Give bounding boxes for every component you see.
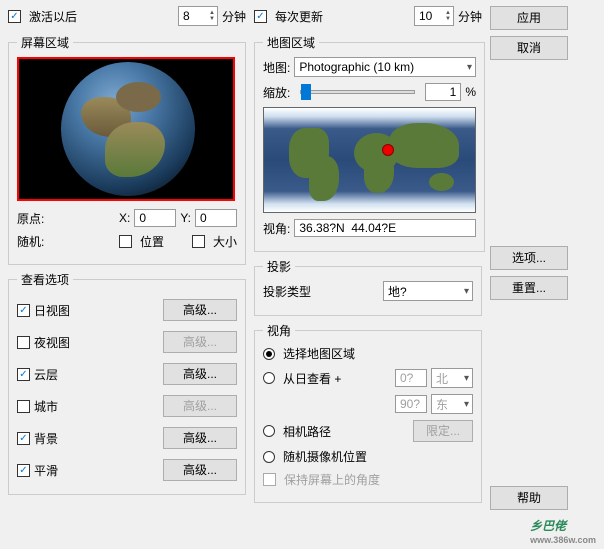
view-opt-label-4: 背景 bbox=[34, 430, 58, 447]
view-opt-checkbox-1[interactable] bbox=[17, 336, 30, 349]
origin-x-input[interactable] bbox=[134, 209, 176, 227]
random-label: 随机: bbox=[17, 233, 44, 250]
from-day-label: 从日查看 + bbox=[283, 370, 341, 387]
from-day-radio[interactable] bbox=[263, 372, 275, 384]
view-options-legend: 查看选项 bbox=[17, 271, 73, 288]
apply-button[interactable]: 应用 bbox=[490, 6, 568, 30]
view-opt-label-3: 城市 bbox=[34, 398, 58, 415]
activate-after-unit: 分钟 bbox=[222, 8, 246, 25]
random-cam-label: 随机摄像机位置 bbox=[283, 448, 367, 465]
keep-screen-checkbox bbox=[263, 473, 276, 486]
x-label: X: bbox=[119, 211, 130, 225]
from-day-val2 bbox=[395, 395, 427, 413]
cancel-button[interactable]: 取消 bbox=[490, 36, 568, 60]
view-options-group: 查看选项 ✓日视图高级...夜视图高级...✓云层高级...城市高级...✓背景… bbox=[8, 271, 246, 495]
view-angle-group: 视角 选择地图区域 从日查看 + 北 东 相机路径 限定... bbox=[254, 322, 482, 503]
position-checkbox[interactable] bbox=[119, 235, 132, 248]
from-day-dir2: 东 bbox=[431, 394, 473, 414]
view-opt-advanced-1: 高级... bbox=[163, 331, 237, 353]
screen-region-group: 屏幕区域 原点: X: Y: 随机: 位置 大小 bbox=[8, 34, 246, 265]
view-opt-advanced-4[interactable]: 高级... bbox=[163, 427, 237, 449]
map-label: 地图: bbox=[263, 59, 290, 76]
zoom-label: 缩放: bbox=[263, 84, 290, 101]
map-region-group: 地图区域 地图: Photographic (10 km) 缩放: % 视角: bbox=[254, 34, 485, 252]
spinner-buttons[interactable]: ▲▼ bbox=[445, 10, 451, 22]
view-opt-advanced-2[interactable]: 高级... bbox=[163, 363, 237, 385]
zoom-slider[interactable] bbox=[300, 90, 415, 94]
screen-region-legend: 屏幕区域 bbox=[17, 34, 73, 51]
help-button[interactable]: 帮助 bbox=[490, 486, 568, 510]
angle-input[interactable] bbox=[294, 219, 476, 237]
position-label: 位置 bbox=[140, 233, 164, 250]
activate-after-checkbox[interactable]: ✓ bbox=[8, 10, 21, 23]
from-day-dir1: 北 bbox=[431, 368, 473, 388]
view-angle-legend: 视角 bbox=[263, 322, 295, 339]
projection-group: 投影 投影类型 地? bbox=[254, 258, 482, 316]
select-region-radio[interactable] bbox=[263, 348, 275, 360]
random-cam-radio[interactable] bbox=[263, 451, 275, 463]
projection-type-select[interactable]: 地? bbox=[383, 281, 473, 301]
size-checkbox[interactable] bbox=[192, 235, 205, 248]
zoom-input[interactable] bbox=[425, 83, 461, 101]
map-select[interactable]: Photographic (10 km) bbox=[294, 57, 476, 77]
origin-label: 原点: bbox=[17, 210, 44, 227]
keep-screen-label: 保持屏幕上的角度 bbox=[284, 471, 380, 488]
view-opt-checkbox-0[interactable]: ✓ bbox=[17, 304, 30, 317]
reset-button[interactable]: 重置... bbox=[490, 276, 568, 300]
view-opt-label-0: 日视图 bbox=[34, 302, 70, 319]
view-opt-checkbox-2[interactable]: ✓ bbox=[17, 368, 30, 381]
view-opt-label-2: 云层 bbox=[34, 366, 58, 383]
view-opt-advanced-0[interactable]: 高级... bbox=[163, 299, 237, 321]
update-every-label: 每次更新 bbox=[275, 8, 323, 25]
options-button[interactable]: 选项... bbox=[490, 246, 568, 270]
projection-legend: 投影 bbox=[263, 258, 295, 275]
select-region-label: 选择地图区域 bbox=[283, 345, 355, 362]
size-label: 大小 bbox=[213, 233, 237, 250]
view-opt-label-5: 平滑 bbox=[34, 462, 58, 479]
activate-after-label: 激活以后 bbox=[29, 8, 77, 25]
watermark: 乡巴佬 www.386w.com bbox=[530, 514, 596, 545]
spinner-buttons[interactable]: ▲▼ bbox=[209, 10, 215, 22]
projection-type-label: 投影类型 bbox=[263, 283, 311, 300]
camera-limit-button: 限定... bbox=[413, 420, 473, 442]
from-day-val1 bbox=[395, 369, 427, 387]
view-opt-checkbox-5[interactable]: ✓ bbox=[17, 464, 30, 477]
update-every-checkbox[interactable]: ✓ bbox=[254, 10, 267, 23]
view-opt-label-1: 夜视图 bbox=[34, 334, 70, 351]
earth-preview[interactable] bbox=[17, 57, 235, 201]
view-opt-checkbox-4[interactable]: ✓ bbox=[17, 432, 30, 445]
zoom-unit: % bbox=[465, 85, 476, 99]
update-every-spinner[interactable]: 10 ▲▼ bbox=[414, 6, 454, 26]
activate-after-spinner[interactable]: 8 ▲▼ bbox=[178, 6, 218, 26]
angle-label: 视角: bbox=[263, 220, 290, 237]
view-opt-checkbox-3[interactable] bbox=[17, 400, 30, 413]
update-every-unit: 分钟 bbox=[458, 8, 482, 25]
camera-path-radio[interactable] bbox=[263, 425, 275, 437]
map-marker[interactable] bbox=[382, 144, 394, 156]
y-label: Y: bbox=[180, 211, 191, 225]
view-opt-advanced-5[interactable]: 高级... bbox=[163, 459, 237, 481]
world-map[interactable] bbox=[263, 107, 476, 213]
view-opt-advanced-3: 高级... bbox=[163, 395, 237, 417]
camera-path-label: 相机路径 bbox=[283, 423, 331, 440]
origin-y-input[interactable] bbox=[195, 209, 237, 227]
map-region-legend: 地图区域 bbox=[263, 34, 319, 51]
